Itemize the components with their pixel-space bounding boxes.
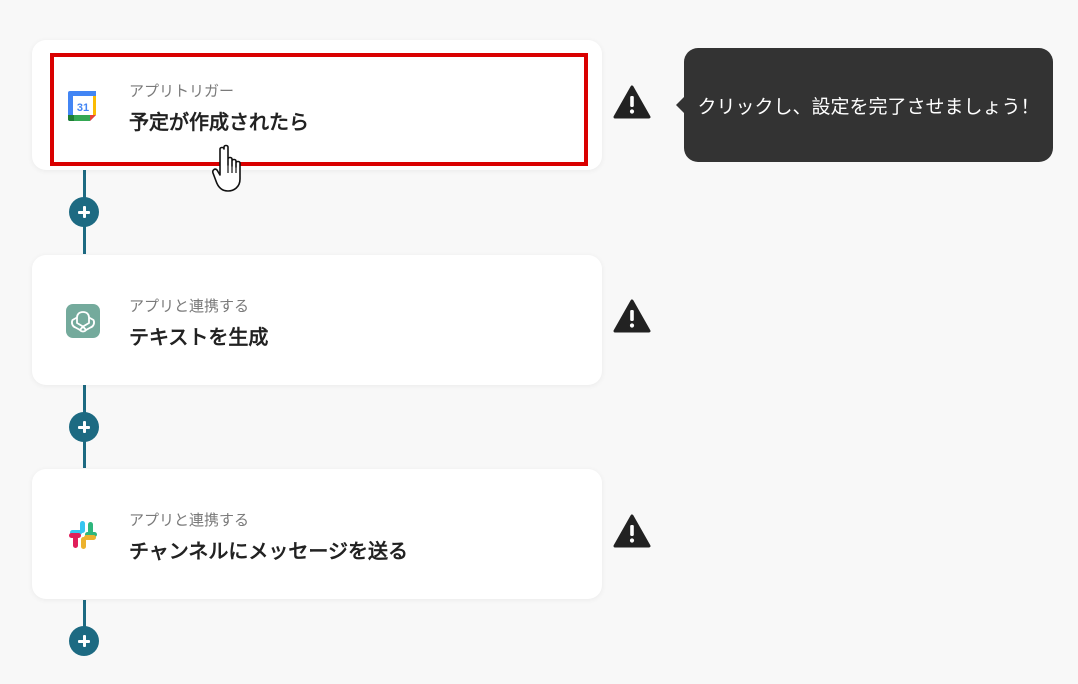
step-type-label: アプリトリガー: [129, 82, 235, 100]
flow-step-action-card[interactable]: アプリと連携する チャンネルにメッセージを送る: [32, 469, 602, 599]
step-type-label: アプリと連携する: [129, 297, 250, 315]
calendar-date-text: 31: [77, 102, 89, 114]
step-title: テキストを生成: [129, 325, 269, 349]
warning-icon[interactable]: [613, 85, 651, 119]
warning-icon[interactable]: [613, 299, 651, 333]
flow-step-trigger-card[interactable]: 31 アプリトリガー 予定が作成されたら: [32, 40, 602, 170]
warning-icon[interactable]: [613, 514, 651, 548]
step-type-label: アプリと連携する: [129, 511, 250, 529]
step-title: 予定が作成されたら: [129, 110, 309, 134]
hint-tooltip: クリックし、設定を完了させましょう！: [676, 48, 1053, 162]
add-step-button[interactable]: [69, 197, 99, 227]
chatgpt-icon: [66, 304, 100, 338]
step-title: チャンネルにメッセージを送る: [129, 539, 408, 563]
add-step-button[interactable]: [69, 412, 99, 442]
google-calendar-icon: 31: [68, 91, 96, 121]
slack-icon: [69, 521, 97, 549]
flow-step-action-card[interactable]: アプリと連携する テキストを生成: [32, 255, 602, 385]
tooltip-text: クリックし、設定を完了させましょう！: [697, 96, 1040, 118]
add-step-button[interactable]: [69, 626, 99, 656]
